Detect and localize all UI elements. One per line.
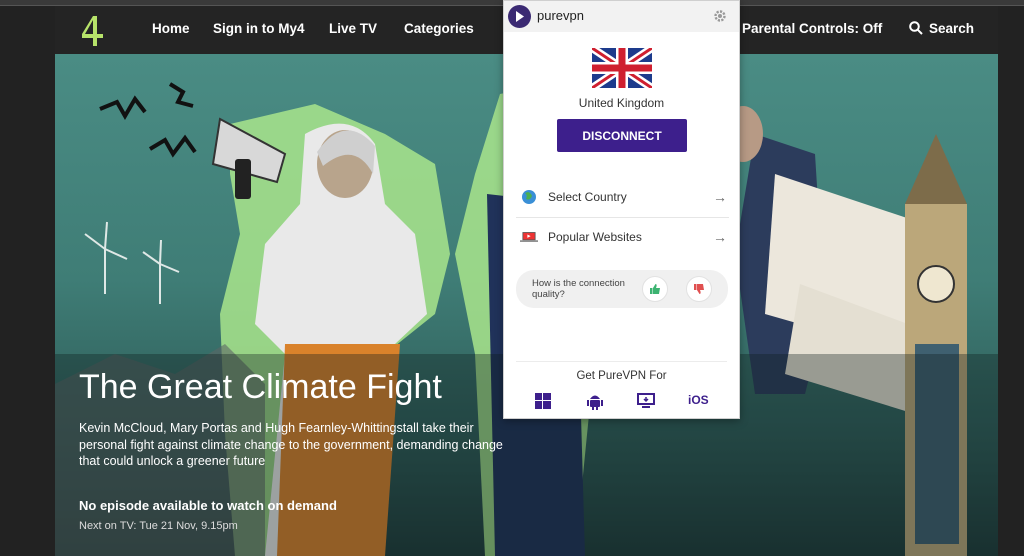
ios-link[interactable]: iOS <box>688 393 709 407</box>
hero-description: Kevin McCloud, Mary Portas and Hugh Fear… <box>79 421 503 468</box>
search-label: Search <box>929 21 975 36</box>
globe-icon <box>522 190 536 204</box>
select-country-label: Select Country <box>548 190 627 204</box>
connection-feedback: How is the connection quality? <box>516 270 728 308</box>
get-purevpn-label: Get PureVPN For <box>576 370 667 382</box>
vpn-brand: purevpn <box>537 8 584 23</box>
laptop-icon <box>520 232 538 242</box>
parental-controls-link[interactable]: Parental Controls: Off <box>742 21 882 36</box>
android-icon[interactable] <box>585 391 605 411</box>
desktop-icon[interactable] <box>636 391 656 411</box>
feedback-question: How is the connection quality? <box>532 278 625 300</box>
nav-home[interactable]: Home <box>152 21 190 36</box>
next-on-tv: Next on TV: Tue 21 Nov, 9.15pm <box>79 520 238 532</box>
popular-websites-item[interactable]: Popular Websites → <box>516 217 729 257</box>
thumbs-up-button[interactable] <box>642 276 668 302</box>
search-icon <box>909 21 923 35</box>
thumbs-up-icon <box>650 284 660 294</box>
browser-page: Home Sign in to My4 Live TV Categories P… <box>0 0 1024 556</box>
popular-websites-label: Popular Websites <box>548 230 642 244</box>
disconnect-button[interactable]: DISCONNECT <box>557 119 687 152</box>
arrow-right-icon: → <box>713 189 727 205</box>
purevpn-logo-icon <box>508 5 531 28</box>
select-country-item[interactable]: Select Country → <box>516 177 729 217</box>
vpn-header: purevpn <box>504 1 739 32</box>
availability-status: No episode available to watch on demand <box>79 498 337 513</box>
search-button[interactable]: Search <box>909 21 974 36</box>
windows-icon[interactable] <box>533 391 553 411</box>
purevpn-popup: purevpn United Kingdom DISCONNECT Select… <box>503 0 740 419</box>
getfor-divider <box>516 361 727 362</box>
arrow-right-icon: → <box>713 229 727 245</box>
thumbs-down-icon <box>694 284 704 294</box>
nav-sign-in[interactable]: Sign in to My4 <box>213 21 305 36</box>
thumbs-down-button[interactable] <box>686 276 712 302</box>
channel4-logo-icon[interactable] <box>79 14 109 48</box>
uk-flag-icon <box>592 48 652 88</box>
gear-icon[interactable] <box>713 9 727 23</box>
nav-live-tv[interactable]: Live TV <box>329 21 377 36</box>
nav-categories[interactable]: Categories <box>404 21 474 36</box>
hero-title: The Great Climate Fight <box>79 368 442 406</box>
connected-country: United Kingdom <box>578 96 665 110</box>
